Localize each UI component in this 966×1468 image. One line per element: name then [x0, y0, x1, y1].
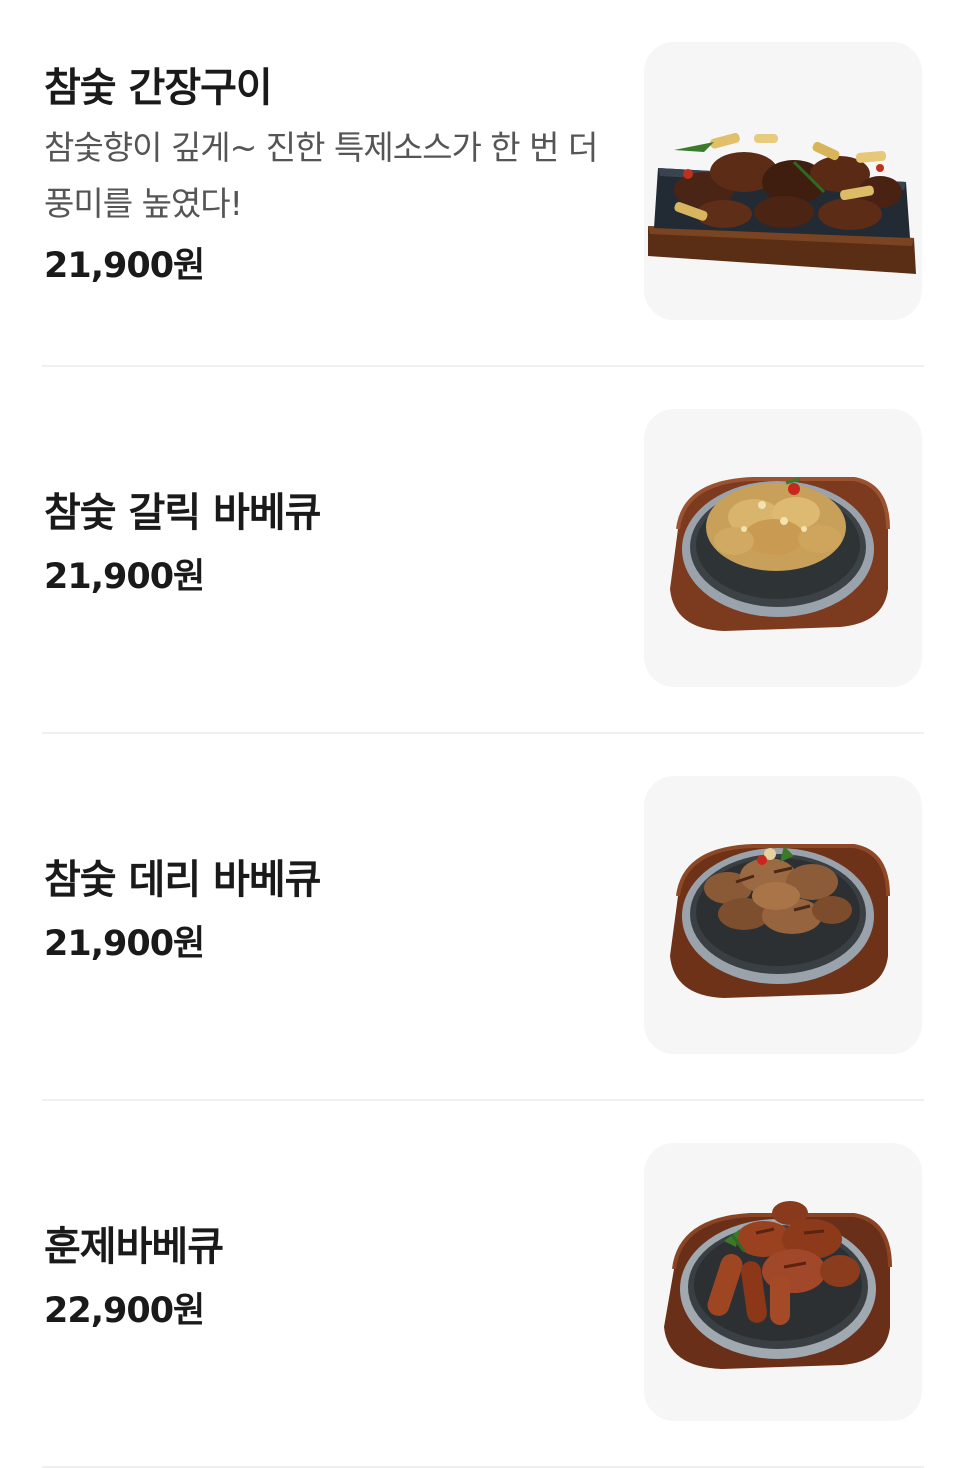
menu-item-price: 21,900원	[44, 924, 205, 964]
menu-item-text: 훈제바베큐 22,900원	[44, 1219, 604, 1337]
menu-item[interactable]: 참숯 데리 바베큐 21,900원	[0, 734, 966, 1101]
menu-item-image[interactable]	[644, 1143, 922, 1421]
menu-item-text: 참숯 갈릭 바베큐 21,900원	[44, 485, 604, 603]
smoked-bbq-chicken-image	[664, 1201, 892, 1369]
menu-item-image[interactable]	[644, 776, 922, 1054]
menu-item[interactable]: 참숯 간장구이 참숯향이 깊게~ 진한 특제소스가 한 번 더 풍미를 높였다!…	[0, 0, 966, 367]
menu-item-price: 22,900원	[44, 1291, 205, 1331]
soy-grilled-chicken-image	[648, 132, 916, 274]
menu-item-image[interactable]	[644, 42, 922, 320]
menu-item-name: 참숯 간장구이	[44, 65, 273, 111]
menu-item-name: 참숯 갈릭 바베큐	[44, 490, 321, 536]
menu-item-price: 21,900원	[44, 246, 205, 286]
menu-item-name: 훈제바베큐	[44, 1224, 224, 1270]
menu-item-price: 21,900원	[44, 557, 205, 597]
garlic-bbq-chicken-image	[670, 477, 890, 631]
menu-item[interactable]: 참숯 갈릭 바베큐 21,900원	[0, 367, 966, 734]
menu-item-image[interactable]	[644, 409, 922, 687]
menu-item-text: 참숯 데리 바베큐 21,900원	[44, 852, 604, 970]
teriyaki-bbq-chicken-image	[670, 844, 890, 998]
menu-item-text: 참숯 간장구이 참숯향이 깊게~ 진한 특제소스가 한 번 더 풍미를 높였다!…	[44, 60, 604, 292]
menu-list: 참숯 간장구이 참숯향이 깊게~ 진한 특제소스가 한 번 더 풍미를 높였다!…	[0, 0, 966, 1468]
menu-item-description: 참숯향이 깊게~ 진한 특제소스가 한 번 더 풍미를 높였다!	[44, 128, 598, 223]
menu-item-name: 참숯 데리 바베큐	[44, 857, 321, 903]
menu-item[interactable]: 훈제바베큐 22,900원	[0, 1101, 966, 1468]
